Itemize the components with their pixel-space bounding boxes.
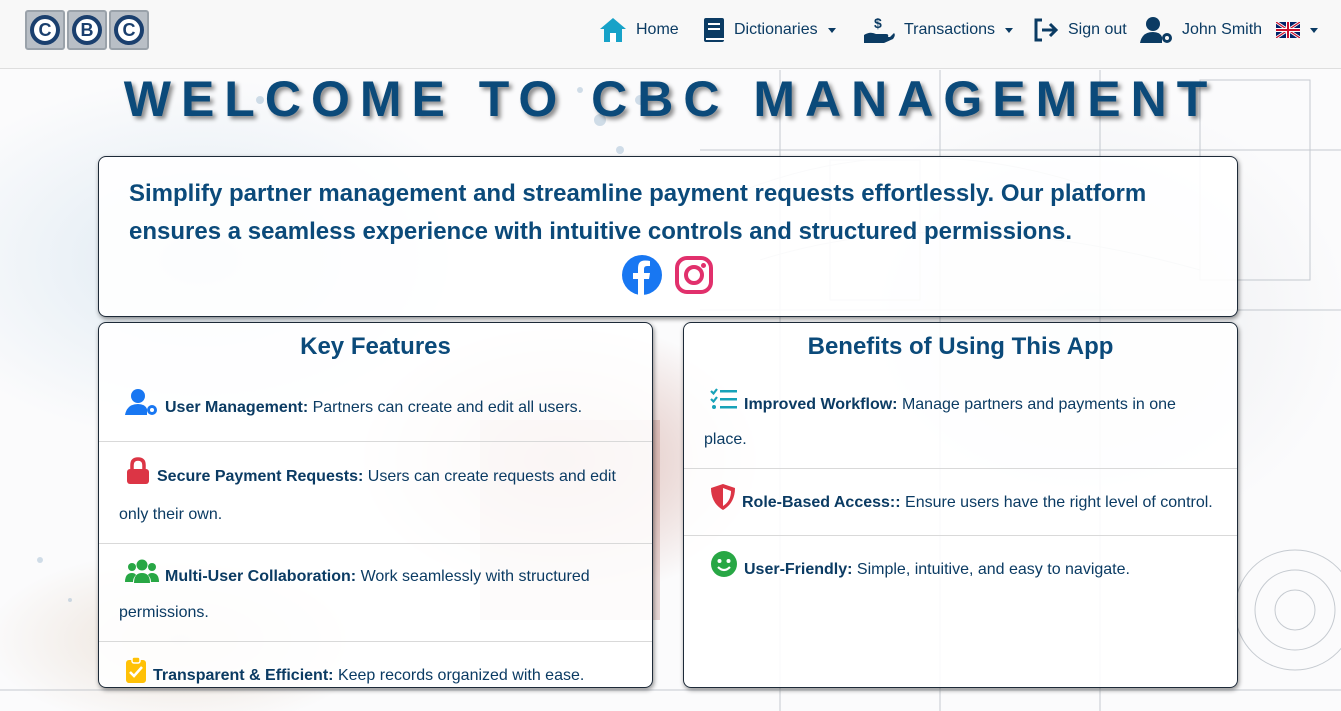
benefit-title: Improved Workflow: (744, 396, 898, 414)
list-item: User-Friendly: Simple, intuitive, and ea… (684, 536, 1237, 602)
feature-text: Partners can create and edit all users. (312, 399, 583, 417)
list-item: Improved Workflow: Manage partners and p… (684, 373, 1237, 469)
shield-icon (710, 483, 736, 523)
nav-home[interactable]: Home (598, 14, 679, 46)
benefit-text: Ensure users have the right level of con… (905, 494, 1213, 512)
list-item: Role-Based Access:: Ensure users have th… (684, 469, 1237, 536)
nav-transactions[interactable]: $ Transactions (862, 14, 1013, 46)
user-gear-icon (1140, 15, 1174, 45)
chevron-down-icon (1005, 27, 1013, 33)
benefits-title: Benefits of Using This App (807, 333, 1114, 360)
list-item: Transparent & Efficient: Keep records or… (99, 642, 652, 708)
home-icon (598, 16, 628, 44)
nav-dictionaries-label: Dictionaries (734, 21, 818, 38)
feature-title: Secure Payment Requests: (157, 468, 364, 486)
book-icon (702, 16, 726, 44)
social-links (99, 255, 1237, 295)
nav-dictionaries[interactable]: Dictionaries (702, 14, 836, 46)
instagram-icon[interactable] (674, 255, 714, 295)
lock-icon (125, 456, 151, 498)
intro-text: Simplify partner management and streamli… (129, 180, 1147, 245)
facebook-icon[interactable] (622, 255, 662, 295)
list-item: User Management: Partners can create and… (99, 373, 652, 442)
logo-letter: B (67, 10, 107, 50)
nav-sign-out-label: Sign out (1068, 21, 1127, 38)
page-title: WELCOME TO CBC MANAGEMENT (123, 71, 1218, 127)
logo-letter: C (25, 10, 65, 50)
nav-home-label: Home (636, 21, 679, 38)
logo-letter: C (109, 10, 149, 50)
nav-user-menu[interactable]: John Smith (1140, 14, 1319, 46)
list-item: Secure Payment Requests: Users can creat… (99, 442, 652, 544)
user-gear-icon (125, 387, 159, 429)
feature-text: Keep records organized with ease. (337, 667, 585, 685)
key-features-card: Key Features User Management: Partners c… (98, 322, 653, 688)
benefit-title: Role-Based Access:: (742, 494, 901, 512)
benefit-text: Simple, intuitive, and easy to navigate. (856, 561, 1130, 579)
feature-title: Transparent & Efficient: (153, 667, 334, 685)
nav-sign-out[interactable]: Sign out (1032, 14, 1127, 46)
hand-dollar-icon: $ (862, 15, 896, 45)
list-item: Multi-User Collaboration: Work seamlessl… (99, 544, 652, 642)
sign-out-icon (1032, 17, 1060, 43)
benefits-card: Benefits of Using This App Improved Work… (683, 322, 1238, 688)
feature-title: Multi-User Collaboration: (165, 568, 357, 586)
checklist-icon (710, 387, 738, 423)
navbar: C B C Home Dictionaries $ Transactions S… (0, 0, 1341, 69)
nav-transactions-label: Transactions (904, 21, 995, 38)
svg-text:$: $ (874, 15, 882, 31)
brand-logo[interactable]: C B C (25, 10, 149, 50)
uk-flag-icon (1276, 22, 1301, 38)
clipboard-check-icon (125, 656, 147, 696)
nav-user-name: John Smith (1182, 21, 1263, 38)
benefit-title: User-Friendly: (744, 561, 853, 579)
intro-card: Simplify partner management and streamli… (98, 156, 1238, 317)
feature-title: User Management: (165, 399, 309, 417)
smile-icon (710, 550, 738, 590)
chevron-down-icon (827, 27, 836, 33)
key-features-title: Key Features (300, 333, 451, 360)
users-icon (125, 558, 159, 596)
chevron-down-icon (1310, 27, 1319, 33)
